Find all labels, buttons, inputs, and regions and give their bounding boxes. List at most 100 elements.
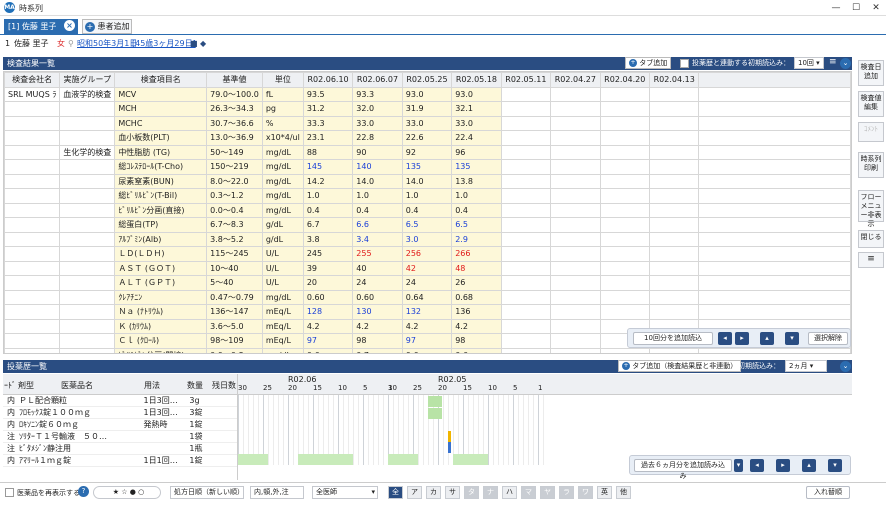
hide-flow-menu-button[interactable]: フローメニュー非表示 — [858, 190, 884, 228]
lab-row[interactable]: 総ﾋﾞﾘﾙﾋﾞﾝ(T-Bil) 0.3〜1.2 mg/dL 1.0 1.0 1.0 1.0 — [4, 188, 851, 204]
col-company[interactable]: 検査会社名 — [4, 72, 61, 88]
load-more-lab-button[interactable]: 10回分を追加読込 — [633, 332, 713, 345]
col-reference[interactable]: 基準値 — [206, 72, 263, 88]
arrow-right-icon[interactable]: ▸ — [776, 459, 790, 472]
col-date[interactable]: R02.05.11 — [500, 72, 552, 88]
lab-company-cell — [4, 217, 61, 233]
comment-button[interactable]: ｺﾒﾝﾄ — [858, 122, 884, 142]
arrow-left-icon[interactable]: ◂ — [750, 459, 764, 472]
lab-row[interactable]: ﾋﾞﾘﾙﾋﾞﾝ分画(関接)0.0〜0.8mg/dL0.60.70.60.6 — [4, 347, 851, 353]
arrow-up-icon[interactable]: ▴ — [802, 459, 816, 472]
lab-item-cell: 総ﾋﾞﾘﾙﾋﾞﾝ(T-Bil) — [114, 188, 208, 204]
col-date[interactable]: R02.05.25 — [401, 72, 453, 88]
add-patient-button[interactable]: + 患者追加 — [82, 19, 132, 34]
load-past-6months-button[interactable]: 過去６ヵ月分を追加読み込み — [634, 459, 732, 480]
kana-filter-button[interactable]: 英 — [597, 486, 612, 499]
med-collapse-icon[interactable]: ⌄ — [840, 361, 851, 372]
col-date[interactable]: R02.04.13 — [648, 72, 700, 88]
add-test-date-button[interactable]: 検査日追加 — [858, 60, 884, 86]
lab-row[interactable]: ＡＳＴ (ＧＯＴ) 10〜40 U/L 39 40 42 48 — [4, 260, 851, 276]
lab-tab-add-button[interactable]: + タブ追加 — [625, 57, 672, 69]
lab-row[interactable]: SRL MUQS ﾗ血液学的検査 MCV 79.0〜100.0 fL 93.5 93.3 9… — [4, 86, 851, 102]
minimize-button[interactable]: — — [826, 1, 846, 15]
arrow-up-icon[interactable]: ▴ — [760, 332, 774, 345]
lab-row[interactable]: ＡＬＴ (ＧＰＴ) 5〜40 U/L 20 24 24 26 — [4, 275, 851, 291]
birth-date[interactable]: 昭和50年3月1日 — [77, 36, 137, 52]
lab-row[interactable]: ｸﾚｱﾁﾆﾝ 0.47〜0.79 mg/dL 0.60 0.60 0.64 0.68 — [4, 289, 851, 305]
med-tab-add-button[interactable]: + タブ追加（検査結果歴と非連動） — [618, 360, 742, 372]
kana-filter-button[interactable]: 他 — [616, 486, 631, 499]
camera-icon[interactable]: ■ — [190, 36, 198, 52]
lab-unit-cell: mEq/L — [261, 304, 304, 320]
col-date[interactable]: R02.05.18 — [451, 72, 502, 88]
col-date[interactable]: R02.04.27 — [550, 72, 601, 88]
timeline-gridline — [268, 395, 269, 465]
deselect-button[interactable]: 選択解除 — [808, 332, 848, 345]
close-panel-button[interactable]: 閉じる — [858, 230, 884, 248]
lab-row[interactable]: 生化学的検査 中性脂肪 (TG) 50〜149 mg/dL 88 90 92 96 — [4, 144, 851, 160]
tab-close-icon[interactable]: × — [64, 20, 75, 31]
med-initial-select[interactable]: 2ヵ月 ▾ — [785, 360, 827, 372]
lab-row[interactable]: ｱﾙﾌﾞﾐﾝ(Alb) 3.8〜5.2 g/dL 3.8 3.4 3.0 2.9 — [4, 231, 851, 247]
help-icon[interactable]: ? — [78, 486, 89, 497]
lab-row[interactable]: 血小板数(PLT) 13.0〜36.9 x10*4/ul 23.1 22.8 22.6 22… — [4, 130, 851, 146]
close-window-button[interactable]: ✕ — [866, 1, 886, 15]
print-timeseries-button[interactable]: 時系列印刷 — [858, 152, 884, 178]
medication-row[interactable]: 注ﾋﾞﾀﾒｼﾞﾝ静注用 1瓶 — [3, 442, 237, 456]
col-date[interactable]: R02.04.20 — [599, 72, 651, 88]
kana-filter-button[interactable]: 全 — [388, 486, 403, 499]
medication-row[interactable]: 内ｱﾏﾘｰﾙ１ｍｇ錠 1日1回… 1錠 — [3, 454, 237, 468]
hamburger-menu-icon[interactable]: ≡ — [858, 252, 884, 268]
edit-test-value-button[interactable]: 検査値編集 — [858, 91, 884, 117]
lab-row[interactable]: MCH 26.3〜34.3 pg 31.2 32.0 31.9 32.1 — [4, 101, 851, 117]
maximize-button[interactable]: ☐ — [846, 1, 866, 15]
arrow-down-icon[interactable]: ▾ — [785, 332, 799, 345]
col-group[interactable]: 実施グループ — [59, 72, 116, 88]
lab-row[interactable]: Ｎａ (ﾅﾄﾘｳﾑ) 136〜147 mEq/L 128 130 132 136 — [4, 304, 851, 320]
kana-filter-button[interactable]: ア — [407, 486, 422, 499]
patient-age[interactable]: [45歳3ヶ月29日] — [132, 36, 196, 52]
dropdown-caret-icon[interactable]: ▾ — [734, 459, 743, 472]
col-unit[interactable]: 単位 — [261, 72, 304, 88]
kana-filter-button[interactable]: ヤ — [540, 486, 555, 499]
doctor-select[interactable]: 全医師 ▾ — [312, 486, 378, 499]
lab-row[interactable]: 総ｺﾚｽﾃﾛｰﾙ(T-Cho) 150〜219 mg/dL 145 140 135 135 — [4, 159, 851, 175]
kana-filter-button[interactable]: カ — [426, 486, 441, 499]
arrow-down-icon[interactable]: ▾ — [828, 459, 842, 472]
lab-row[interactable]: 総蛋白(TP) 6.7〜8.3 g/dL 6.7 6.6 6.5 6.5 — [4, 217, 851, 233]
sort-select[interactable]: 処方日順（新しい順） — [170, 486, 244, 499]
chat-icon[interactable]: ◆ — [200, 36, 206, 52]
medication-row[interactable]: 内 ＰＬ配合顆粒 1日3回… 3g — [3, 395, 237, 408]
kana-filter-button[interactable]: ハ — [502, 486, 517, 499]
lab-row[interactable]: 尿素窒素(BUN) 8.0〜22.0 mg/dL 14.2 14.0 14.0 13.8 — [4, 173, 851, 189]
kana-filter-button[interactable]: タ — [464, 486, 479, 499]
type-filter-select[interactable]: 内,頓,外,注 — [250, 486, 304, 499]
medication-row[interactable]: 注ｿﾘﾀｰＴ１号輸液 ５０… 1袋 — [3, 430, 237, 444]
lab-unit-cell: mg/dL — [261, 173, 304, 189]
arrow-right-icon[interactable]: ▸ — [735, 332, 749, 345]
col-date[interactable]: R02.06.07 — [352, 72, 403, 88]
medication-row[interactable]: 内ﾌﾛﾓｯｸｽ錠１００ｍｇ 1日3回… 3錠 — [3, 406, 237, 420]
plus-icon: + — [622, 362, 630, 370]
kana-filter-button[interactable]: ラ — [559, 486, 574, 499]
medication-row[interactable]: 内ﾛｷｿﾆﾝ錠６０ｍｇ 発熱時 1錠 — [3, 418, 237, 432]
kana-filter-button[interactable]: サ — [445, 486, 460, 499]
col-item[interactable]: 検査項目名 — [114, 72, 208, 88]
arrow-left-icon[interactable]: ◂ — [718, 332, 732, 345]
col-date[interactable]: R02.06.10 — [302, 72, 354, 88]
lab-row[interactable]: ＬＤ(ＬＤＨ) 115〜245 U/L 245 255 256 266 — [4, 246, 851, 262]
mark-filter[interactable]: ★ ☆ ● ○ — [93, 486, 161, 499]
reorder-button[interactable]: 入れ替順 — [806, 486, 850, 499]
lab-empty-cell — [648, 275, 700, 291]
kana-filter-button[interactable]: マ — [521, 486, 536, 499]
lab-row[interactable]: MCHC 30.7〜36.6% 33.3 33.0 33.0 33.0 — [4, 115, 851, 131]
show-hidden-checkbox[interactable] — [5, 488, 14, 497]
kana-filter-button[interactable]: ナ — [483, 486, 498, 499]
lab-row[interactable]: ﾋﾞﾘﾙﾋﾞﾝ分画(直接) 0.0〜0.4 mg/dL 0.4 0.4 0.4 0.4 — [4, 202, 851, 218]
lab-initial-select[interactable]: 10回 ▾ — [794, 57, 824, 69]
kana-filter-button[interactable]: ワ — [578, 486, 593, 499]
menu-icon[interactable]: ≡ — [829, 57, 837, 67]
link-medication-checkbox[interactable] — [680, 59, 689, 68]
lab-collapse-icon[interactable]: ⌄ — [840, 58, 851, 69]
lab-item-cell: ｸﾚｱﾁﾆﾝ — [114, 289, 208, 305]
